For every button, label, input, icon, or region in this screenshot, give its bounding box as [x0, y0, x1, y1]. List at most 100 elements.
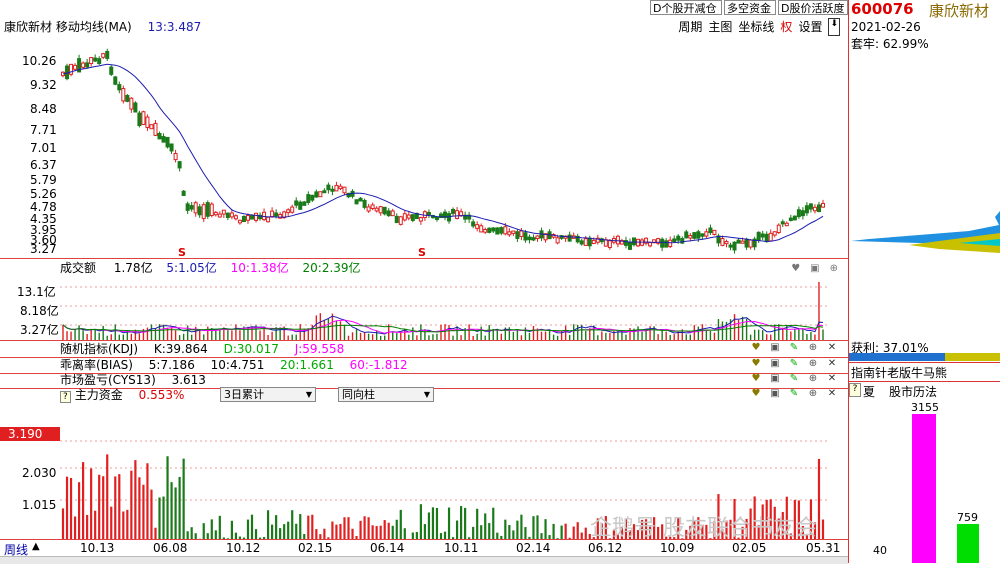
- candle-body: [161, 136, 166, 143]
- candle-body: [109, 66, 114, 75]
- chevron-down-icon: ▼: [305, 390, 312, 399]
- window-icon[interactable]: ▣: [769, 388, 781, 400]
- window-icon[interactable]: ▣: [810, 261, 819, 277]
- candle-body: [772, 231, 777, 236]
- price-tick: 7.71: [30, 123, 57, 137]
- favorite-icon[interactable]: ♥: [750, 388, 762, 400]
- candle-body: [334, 184, 339, 192]
- pin-icon[interactable]: ✎: [788, 342, 800, 354]
- candle-body: [314, 191, 319, 198]
- window-icon[interactable]: ▣: [769, 358, 781, 370]
- candle-body: [603, 239, 608, 247]
- x-tick: 10.11: [444, 541, 479, 555]
- menu-axis[interactable]: 坐标线: [738, 18, 774, 36]
- candle-body: [764, 233, 769, 243]
- candle-body: [736, 239, 741, 244]
- candle-body: [800, 210, 805, 217]
- x-axis: 周线 ▲ 10.13 06.08 10.12 02.15 06.14 10.11…: [0, 539, 848, 557]
- duokong-button[interactable]: 多空资金: [724, 0, 776, 15]
- zoom-icon[interactable]: ⊕: [807, 358, 819, 370]
- window-icon[interactable]: ▣: [769, 373, 781, 385]
- stock-name: 康欣新材: [929, 2, 990, 20]
- candle-body: [330, 188, 335, 192]
- price-axis: 10.26 9.32 8.48 7.71 7.01 6.37 5.79 5.26…: [0, 0, 60, 260]
- candle-body: [366, 206, 371, 212]
- menu-quan[interactable]: 权: [780, 18, 792, 36]
- candle-body: [788, 217, 793, 221]
- history-label: 股市历法: [889, 385, 938, 399]
- candle-body: [475, 224, 480, 229]
- zoom-icon[interactable]: ⊕: [830, 261, 838, 277]
- pin-icon[interactable]: ✎: [788, 373, 800, 385]
- candle-body: [760, 233, 765, 238]
- menu-settings[interactable]: 设置: [798, 18, 822, 36]
- download-icon[interactable]: ⬇: [828, 18, 840, 36]
- candle-body: [816, 204, 821, 213]
- candle-body: [342, 186, 347, 194]
- vol-ma5: 5:1.05亿: [166, 261, 217, 275]
- price-tick: 5.79: [30, 173, 57, 187]
- candle-body: [587, 237, 592, 247]
- candle-body: [141, 111, 146, 125]
- candle-body: [728, 244, 733, 248]
- favorite-icon[interactable]: ♥: [750, 358, 762, 370]
- zhinan-label: 指南针老版牛马熊: [851, 366, 948, 380]
- zhuli-tick: 2.030: [22, 466, 57, 480]
- close-icon[interactable]: ✕: [826, 373, 838, 385]
- candle-body: [370, 204, 375, 209]
- candle-body: [197, 206, 202, 216]
- candle-body: [149, 124, 154, 130]
- close-icon[interactable]: ✕: [826, 358, 838, 370]
- candle-body: [780, 221, 785, 225]
- candle-body: [205, 202, 210, 217]
- help-icon[interactable]: ?: [849, 383, 861, 397]
- candle-body: [632, 237, 637, 246]
- bar-select[interactable]: 同向柱 ▼: [338, 387, 434, 402]
- candle-body: [278, 214, 283, 219]
- zoom-icon[interactable]: ⊕: [807, 342, 819, 354]
- candle-body: [812, 206, 817, 212]
- help-icon[interactable]: ?: [60, 391, 71, 403]
- candle-body: [511, 230, 516, 234]
- candle-body: [185, 203, 190, 211]
- scroll-arrow-icon[interactable]: ▲: [32, 541, 40, 552]
- zoom-icon[interactable]: ⊕: [807, 373, 819, 385]
- zhuli-value: 0.553%: [138, 388, 185, 402]
- candle-body: [189, 205, 194, 210]
- vol-ma20: 20:2.39亿: [302, 261, 361, 275]
- candle-body: [225, 212, 230, 218]
- candle-body: [732, 241, 737, 251]
- candle-body: [668, 239, 673, 248]
- candle-body: [374, 207, 379, 212]
- kdj-row[interactable]: 随机指标(KDJ) K:39.864 D:30.017 J:59.558 ♥ ▣…: [0, 340, 848, 358]
- favorite-icon[interactable]: ♥: [750, 342, 762, 354]
- candle-body: [768, 232, 773, 242]
- huoyuedu-button[interactable]: D股价活跃度: [778, 0, 848, 15]
- candle-body: [660, 238, 665, 248]
- close-icon[interactable]: ✕: [826, 342, 838, 354]
- menu-main[interactable]: 主图: [708, 18, 732, 36]
- close-icon[interactable]: ✕: [826, 388, 838, 400]
- favorite-icon[interactable]: ♥: [791, 261, 800, 277]
- accum-select[interactable]: 3日累计 ▼: [220, 387, 316, 402]
- candle-body: [688, 235, 693, 239]
- candle-body: [221, 209, 226, 215]
- menu-period[interactable]: 周期: [678, 18, 702, 36]
- candle-body: [177, 161, 182, 169]
- pin-icon[interactable]: ✎: [788, 358, 800, 370]
- candle-body: [696, 231, 701, 239]
- candle-body: [483, 228, 488, 233]
- window-icon[interactable]: ▣: [769, 342, 781, 354]
- pin-icon[interactable]: ✎: [788, 388, 800, 400]
- zoom-icon[interactable]: ⊕: [807, 388, 819, 400]
- magenta-bar: [912, 414, 936, 563]
- kaijiancang-button[interactable]: D个股开减仓: [650, 0, 722, 15]
- favorite-icon[interactable]: ♥: [750, 373, 762, 385]
- candle-body: [229, 212, 234, 218]
- candle-body: [607, 240, 612, 249]
- candle-body: [503, 226, 508, 235]
- candle-body: [145, 116, 150, 128]
- candle-body: [459, 211, 464, 217]
- candle-body: [241, 215, 246, 223]
- candle-body: [555, 237, 560, 244]
